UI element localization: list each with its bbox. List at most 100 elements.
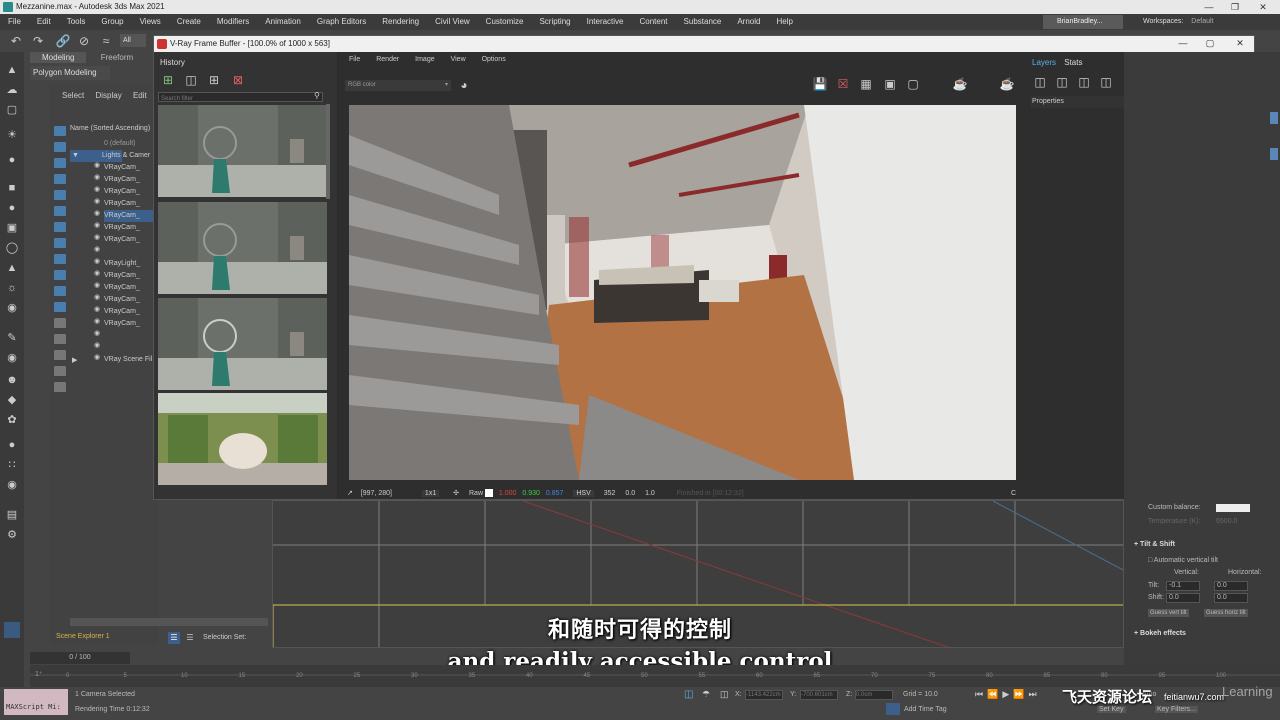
menu-scripting[interactable]: Scripting <box>531 14 578 30</box>
tool-icon[interactable]: ✎ <box>4 330 20 346</box>
menu-animation[interactable]: Animation <box>257 14 309 30</box>
modify-icon[interactable]: ☁ <box>4 82 20 98</box>
previous-frame-icon[interactable]: ⏪ <box>987 689 1002 699</box>
temperature-value[interactable]: 6500.0 <box>1216 518 1237 525</box>
scene-row-vraycam-11[interactable]: VRayCam_ <box>104 306 140 318</box>
scene-row-vraycam-2[interactable]: VRayCam_ <box>104 174 140 186</box>
collapse-arrow-icon[interactable]: ▶ <box>72 356 77 364</box>
selection-filter-dropdown[interactable]: All <box>120 34 146 47</box>
display-spacewarps-icon[interactable] <box>54 254 66 264</box>
invert-display-icon[interactable] <box>54 158 66 168</box>
scene-row-vraycam-selected[interactable]: VRayCam_ <box>104 210 154 222</box>
display-groups-icon[interactable] <box>54 270 66 280</box>
vfb-close-icon[interactable]: ✕ <box>1227 36 1253 50</box>
render-sphere-icon[interactable]: ● <box>4 437 20 453</box>
isolate-icon[interactable]: ◫ <box>684 689 693 700</box>
absolute-mode-icon[interactable]: ◫ <box>720 689 729 700</box>
interactive-render-icon[interactable]: ☕ <box>999 76 1015 92</box>
filter-icon[interactable] <box>54 318 66 328</box>
lock-icon[interactable]: ☂ <box>702 689 710 700</box>
load-layers-icon[interactable]: ◫ <box>1098 74 1114 90</box>
next-frame-icon[interactable]: ⏩ <box>1013 689 1028 699</box>
particles-icon[interactable]: ∷ <box>4 457 20 473</box>
visibility-eye-column-icon[interactable]: ◉ ◉ ◉ ◉ ◉ ◉ ◉ ◉ ◉ ◉ ◉ ◉ ◉ ◉ ◉ ◉ ◉ <box>94 160 102 364</box>
link-icon[interactable]: 🔗 <box>55 33 71 49</box>
ribbon-polygon-modeling[interactable]: Polygon Modeling <box>30 66 110 80</box>
camera-icon[interactable]: ● <box>4 152 20 168</box>
undo-icon[interactable]: ↶ <box>8 33 24 49</box>
expand-arrow-icon[interactable]: ▼ <box>72 152 79 159</box>
vfb-menu-image[interactable]: Image <box>415 56 434 63</box>
tilt-vertical-spinner[interactable]: -0.1 <box>1166 581 1200 591</box>
scene-row-vraycam-7[interactable]: VRayCam_ <box>104 234 140 246</box>
helper-icon[interactable]: ◆ <box>4 392 20 408</box>
scene-row-vraycam-12[interactable]: VRayCam_ <box>104 318 140 330</box>
history-thumbnail-4[interactable] <box>158 393 327 485</box>
scene-row-vraycam-8[interactable]: VRayCam_ <box>104 270 140 282</box>
sphere-icon[interactable]: ● <box>4 200 20 216</box>
history-thumbnail-2[interactable] <box>158 202 327 294</box>
scene-menu-edit[interactable]: Edit <box>133 91 147 100</box>
track-mouse-icon[interactable]: ▣ <box>882 76 898 92</box>
scene-menu-display[interactable]: Display <box>95 91 121 100</box>
display-cameras-icon[interactable] <box>54 222 66 232</box>
shape-icon[interactable]: ◉ <box>4 477 20 493</box>
scene-column-header[interactable]: Name (Sorted Ascending) <box>70 125 150 132</box>
shift-vertical-spinner[interactable]: 0.0 <box>1166 593 1200 603</box>
maximize-icon[interactable]: ❐ <box>1222 0 1248 14</box>
scene-row-default-layer[interactable]: 0 (default) <box>104 138 136 150</box>
cylinder-icon[interactable]: ▣ <box>4 220 20 236</box>
cone-icon[interactable]: ▲ <box>4 260 20 276</box>
scene-row-vraylight[interactable]: VRayLight_ <box>104 258 140 270</box>
display-bones-icon[interactable] <box>54 302 66 312</box>
history-save-icon[interactable]: ⊞ <box>160 72 176 88</box>
x-coordinate-field[interactable]: -1143.422cm <box>745 690 783 700</box>
vfb-menu-options[interactable]: Options <box>482 56 506 63</box>
biped-icon[interactable]: ☻ <box>4 372 20 388</box>
play-icon[interactable]: ▶ <box>1002 689 1013 699</box>
scene-row-vraycam-1[interactable]: VRayCam_ <box>104 162 140 174</box>
tilt-horizontal-spinner[interactable]: 0.0 <box>1214 581 1248 591</box>
display-xrefs-icon[interactable] <box>54 286 66 296</box>
bind-spacewarp-icon[interactable]: ≈ <box>98 33 114 49</box>
light-icon[interactable]: ☀ <box>4 127 20 143</box>
menu-civil-view[interactable]: Civil View <box>427 14 478 30</box>
scene-row-vraycam-10[interactable]: VRayCam_ <box>104 294 140 306</box>
tab-modeling[interactable]: Modeling <box>30 52 87 63</box>
menu-create[interactable]: Create <box>169 14 209 30</box>
channel-dropdown[interactable]: RGB color ▾ <box>345 80 451 91</box>
scene-row-vraycam-9[interactable]: VRayCam_ <box>104 282 140 294</box>
rendered-image[interactable] <box>349 105 1016 480</box>
link-to-3dsmax-icon[interactable]: ▢ <box>905 76 921 92</box>
timeline-key-icon[interactable]: 1⁺ <box>35 670 43 678</box>
tab-layers[interactable]: Layers <box>1032 58 1056 67</box>
vfb-minimize-icon[interactable]: — <box>1170 36 1196 50</box>
teapot-icon[interactable]: ◉ <box>4 300 20 316</box>
vfb-maximize-icon[interactable]: ▢ <box>1197 36 1223 50</box>
history-delete-icon[interactable]: ⊠ <box>230 72 246 88</box>
create-icon[interactable]: ▲ <box>4 62 20 78</box>
sun-icon[interactable]: ☼ <box>4 280 20 296</box>
auto-vertical-tilt-checkbox[interactable]: □ Automatic vertical tilt <box>1148 557 1218 564</box>
custom-balance-swatch[interactable] <box>1216 504 1250 512</box>
torus-icon[interactable]: ◯ <box>4 240 20 256</box>
go-to-end-icon[interactable]: ⏭ <box>1028 689 1040 699</box>
tab-stats[interactable]: Stats <box>1064 58 1082 67</box>
time-tag-icon[interactable] <box>886 703 900 715</box>
key-filters-button[interactable]: Key Filters... <box>1155 706 1198 713</box>
hierarchy-icon[interactable]: ▢ <box>4 102 20 118</box>
pipette-icon[interactable]: ✣ <box>453 490 459 497</box>
workspaces-selector[interactable]: Workspaces: Default <box>1143 14 1213 30</box>
go-to-start-icon[interactable]: ⏮ <box>975 689 987 699</box>
y-coordinate-field[interactable]: -700.601cm <box>800 690 838 700</box>
menu-tools[interactable]: Tools <box>59 14 94 30</box>
save-layers-icon[interactable]: ◫ <box>1076 74 1092 90</box>
z-coordinate-field[interactable]: 0.0cm <box>855 690 893 700</box>
zoom-dropdown[interactable]: 1x1 <box>421 490 440 497</box>
scene-row-vraycam-4[interactable]: VRayCam_ <box>104 198 140 210</box>
scene-row-vray-scene-file[interactable]: VRay Scene Fil <box>104 354 152 366</box>
clear-image-icon[interactable]: ☒ <box>835 76 851 92</box>
menu-modifiers[interactable]: Modifiers <box>209 14 257 30</box>
leaf-icon[interactable]: ✿ <box>4 412 20 428</box>
history-thumbnail-3[interactable] <box>158 298 327 390</box>
